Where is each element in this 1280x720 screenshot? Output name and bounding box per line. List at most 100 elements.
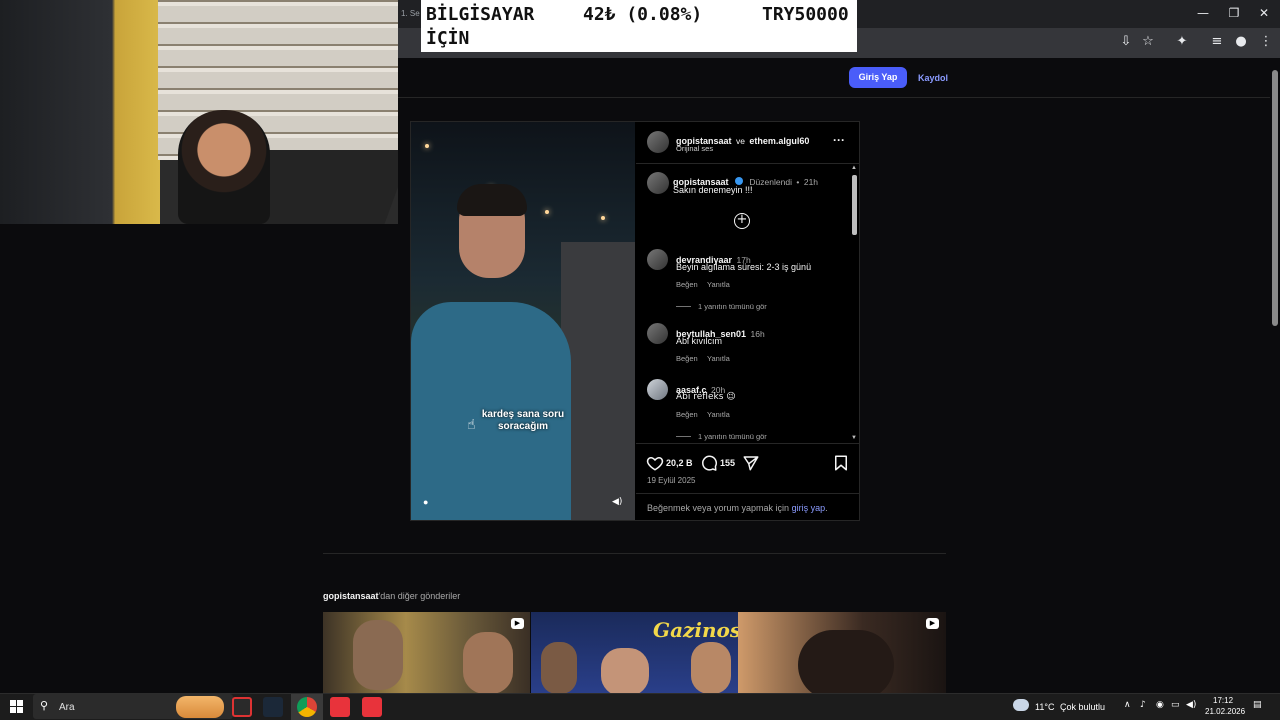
chrome-icon[interactable] [297,697,317,717]
more-posts-username[interactable]: gopistansaat [323,591,379,601]
section-divider [323,553,946,554]
steam-icon[interactable] [263,697,283,717]
browser-tab-title[interactable]: 1. Se [401,9,420,18]
tagged-users-icon[interactable]: ● [423,497,428,507]
signup-link[interactable]: Kaydol [918,73,948,83]
comment-like-button[interactable]: Beğen [676,410,698,419]
search-icon: ⚲ [40,699,49,712]
bookmark-star-icon[interactable]: ☆ [1140,34,1156,50]
author-avatar[interactable] [647,131,669,153]
anydesk-icon-2[interactable] [362,697,382,717]
actions-divider [636,443,859,444]
comment-icon[interactable] [700,454,718,472]
login-prompt-divider [636,493,859,494]
caption-edited: Düzenlendi [749,177,792,187]
caption-bullet: • [796,177,800,187]
comment-text: Beyin algılama süresi: 2-3 iş günü [676,262,812,272]
comment-text: Abi kıvılcım [676,336,723,346]
comment-reply-button[interactable]: Yanıtla [707,410,730,419]
replies-line [676,306,691,307]
network-icon[interactable]: ▭ [1171,700,1180,710]
microphone-icon[interactable]: ♪ [1140,700,1146,710]
post-thumbnail[interactable]: ▶ [738,612,946,694]
post-video[interactable] [411,122,635,520]
login-prompt: Beğenmek veya yorum yapmak için giriş ya… [647,503,828,513]
post-thumbnail[interactable]: ▶ [323,612,530,694]
weather-cloud-icon [1013,699,1029,711]
view-replies-button[interactable]: 1 yanıtın tümünü gör [698,302,767,311]
webcam-overlay [0,0,398,224]
mouse-cursor-icon: ☝ [467,417,476,433]
goal-label-line1: BİLGİSAYAR [426,4,535,25]
search-highlight-icon [176,696,224,718]
save-bookmark-icon[interactable] [832,454,850,472]
comment-reply-button[interactable]: Yanıtla [707,280,730,289]
login-button[interactable]: Giriş Yap [849,67,907,88]
close-icon[interactable]: ✕ [1257,6,1271,20]
weather-desc[interactable]: Çok bulutlu [1060,702,1105,712]
donation-goal-banner: BİLGİSAYAR İÇİN 42₺ (0.08%) TRY50000 [421,0,857,52]
caption-text: Sakın denemeyin !!! [673,185,753,195]
comment-reply-button[interactable]: Yanıtla [707,354,730,363]
comment-count[interactable]: 155 [720,458,735,468]
clock-time[interactable]: 17:12 [1213,696,1233,705]
install-app-icon[interactable]: ⇩ [1118,34,1134,50]
share-icon[interactable] [742,454,760,472]
goal-change: 42₺ (0.08%) [583,4,703,25]
minimize-icon[interactable]: — [1196,6,1210,20]
tray-expand-icon[interactable]: ∧ [1124,700,1131,710]
camera-icon[interactable]: ◉ [1156,700,1164,710]
comment-like-button[interactable]: Beğen [676,354,698,363]
caption-time: 21h [803,177,819,187]
reel-icon: ▶ [511,618,524,629]
header-divider [398,97,1270,98]
app-icon[interactable] [232,697,252,717]
scroll-down-icon[interactable]: ▼ [851,435,857,441]
caption-avatar[interactable] [647,172,669,194]
weather-temp[interactable]: 11°C [1035,702,1054,712]
taskbar-search-label: Ara [59,702,75,713]
volume-icon[interactable]: ◀) [1186,700,1196,710]
extensions-icon[interactable]: ✦ [1174,34,1190,50]
author-connector: ve [735,136,745,146]
comment-avatar[interactable] [647,379,668,400]
audio-label[interactable]: Orijinal ses [676,144,713,153]
like-heart-icon[interactable] [646,454,664,472]
login-prompt-link[interactable]: giriş yap [792,503,826,513]
comment-like-button[interactable]: Beğen [676,280,698,289]
comments-scroll-thumb[interactable] [852,175,857,235]
view-replies-button[interactable]: 1 yanıtın tümünü gör [698,432,767,441]
restore-icon[interactable]: ❐ [1227,6,1241,20]
post-date: 19 Eylül 2025 [647,476,696,485]
thumbnail-sign-text: Gazinosu [653,618,738,642]
goal-target: TRY50000 [762,4,849,25]
comment-avatar[interactable] [647,323,668,344]
more-posts-suffix: 'dan diğer gönderiler [378,591,461,601]
more-posts-title: gopistansaat'dan diğer gönderiler [323,591,460,601]
replies-line [676,436,691,437]
browser-menu-icon[interactable]: ⋮ [1258,34,1274,50]
media-control-icon[interactable]: ≡ [1209,34,1225,50]
load-more-comments-icon[interactable]: + [734,213,750,229]
comment-time: 16h [750,329,765,339]
goal-label-line2: İÇİN [426,28,470,49]
page-scroll-thumb[interactable] [1272,70,1278,326]
clock-date[interactable]: 21.02.2026 [1205,707,1245,716]
video-caption-overlay: kardeş sana soru soracağım [481,409,565,432]
comment-avatar[interactable] [647,249,668,270]
comment-text: Abi refleks 😉 [676,392,736,402]
scroll-up-icon[interactable]: ▲ [851,165,857,171]
login-prompt-text: Beğenmek veya yorum yapmak için [647,503,792,513]
post-header-divider [636,163,859,164]
post-thumbnail[interactable]: Gazinosu [531,612,738,694]
more-options-button[interactable]: ··· [833,133,845,147]
notifications-icon[interactable]: ▤ [1253,700,1262,710]
profile-avatar-icon[interactable]: ● [1233,34,1249,50]
login-prompt-end: . [825,503,828,513]
verified-badge-icon [734,177,743,185]
mute-icon[interactable]: ◀) [612,497,622,507]
coauthor-username[interactable]: ethem.algul60 [749,136,809,146]
like-count[interactable]: 20,2 B [666,458,693,468]
anydesk-icon[interactable] [330,697,350,717]
windows-start-icon[interactable] [10,700,23,713]
